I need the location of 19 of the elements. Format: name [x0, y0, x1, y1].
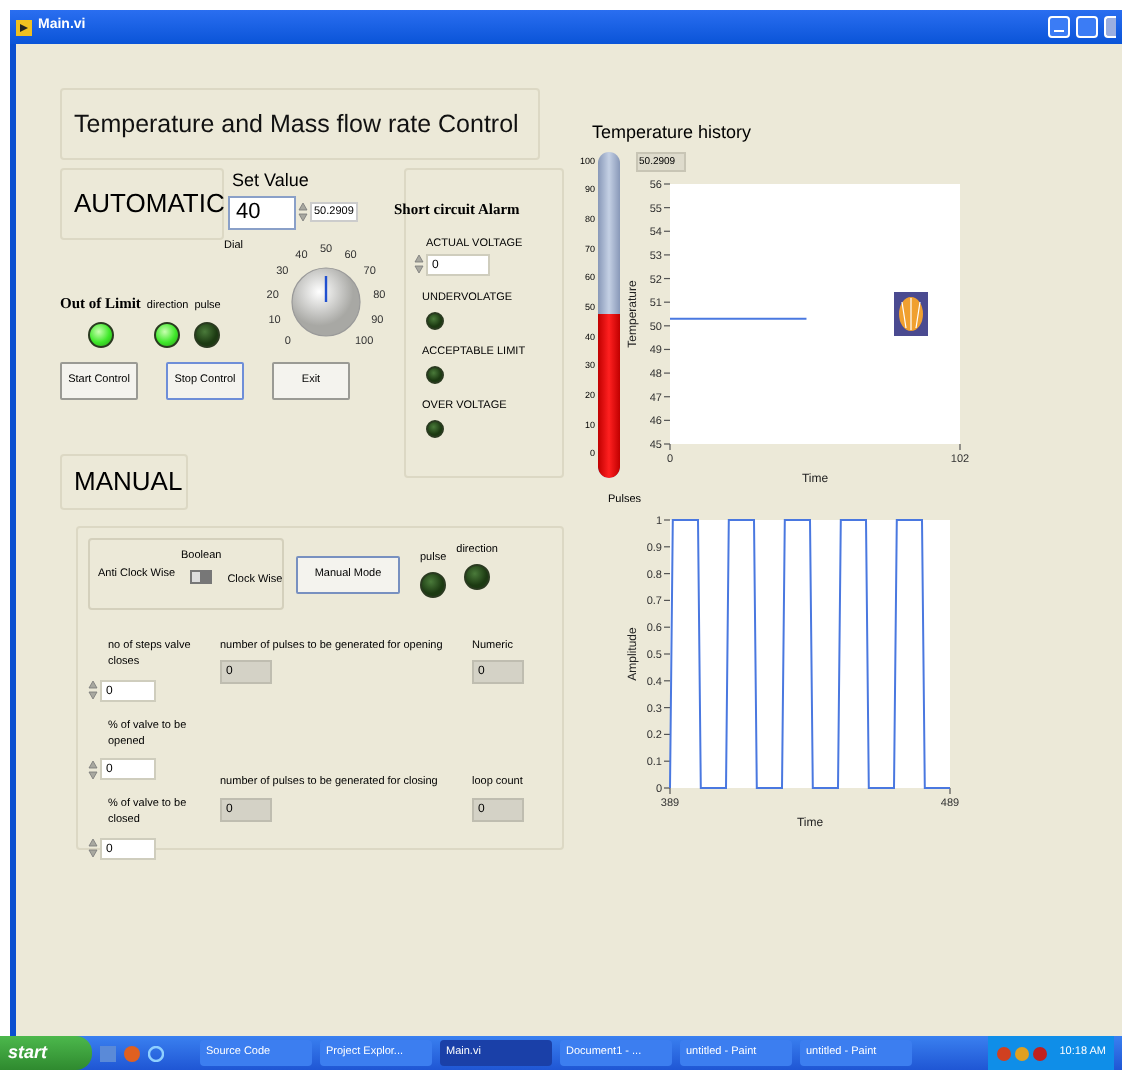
- lamp-icon: [893, 291, 928, 335]
- manual-label: MANUAL: [74, 464, 183, 501]
- spinner-arrows-icon[interactable]: [298, 202, 308, 222]
- spinner-arrows-icon[interactable]: [414, 254, 424, 274]
- app-icon: [16, 19, 32, 35]
- toggle-switch[interactable]: [190, 569, 213, 584]
- panel-title: Temperature and Mass flow rate Control: [74, 107, 519, 142]
- restore-button[interactable]: [1076, 16, 1098, 38]
- chart-title: Temperature history: [592, 120, 754, 146]
- data-line: [668, 316, 807, 319]
- spinner-arrows-icon[interactable]: [88, 838, 98, 858]
- dial-knob[interactable]: [292, 266, 362, 336]
- set-value-input[interactable]: 40: [228, 195, 296, 229]
- spinner-arrows-icon[interactable]: [88, 759, 98, 779]
- close-button[interactable]: [1104, 16, 1116, 38]
- spinner-arrows-icon[interactable]: [88, 680, 98, 700]
- automatic-label: AUTOMATIC: [74, 186, 225, 223]
- set-value-label: Set Value: [232, 168, 309, 194]
- minimize-button[interactable]: [1048, 16, 1070, 38]
